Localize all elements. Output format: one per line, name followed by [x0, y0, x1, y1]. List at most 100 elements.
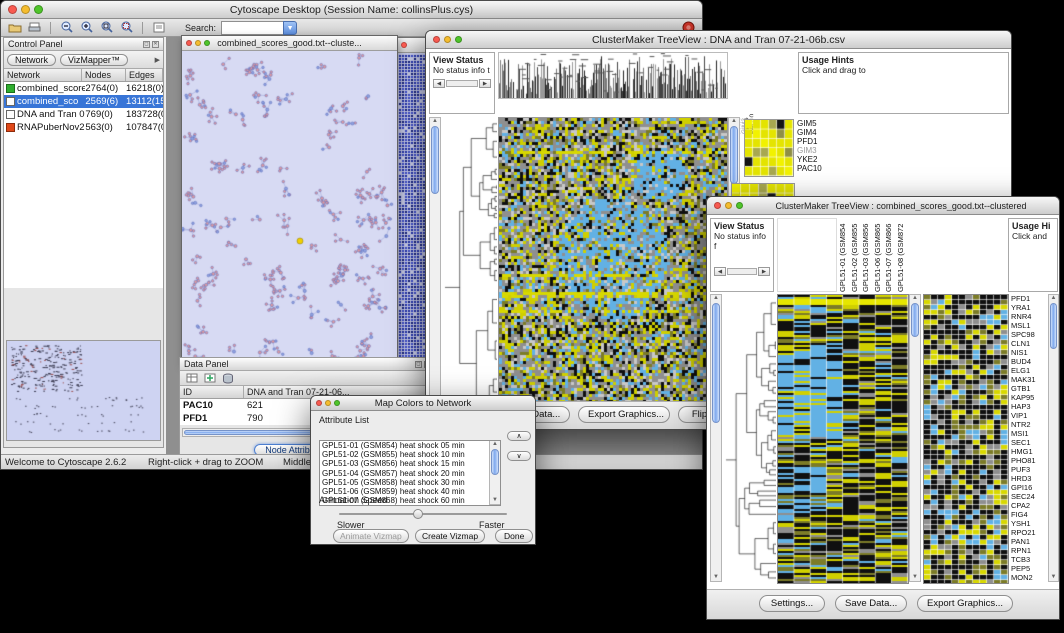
scroll-left-icon[interactable]: ◀ — [714, 267, 726, 276]
minimize-icon[interactable] — [725, 202, 732, 209]
combo-arrow-icon[interactable]: ▼ — [283, 21, 297, 35]
zoom-in-icon[interactable] — [79, 21, 94, 34]
scroll-up-icon[interactable]: ▲ — [729, 118, 739, 125]
tv2-global-heatmap[interactable] — [777, 294, 909, 584]
search-field[interactable] — [221, 21, 283, 35]
network-view-window[interactable]: combined_scores_good.txt--cluste... — [181, 35, 398, 365]
gene-label[interactable]: HMG1 — [1011, 447, 1047, 456]
scroll-down-icon[interactable]: ▼ — [490, 497, 500, 504]
animate-vizmap-button[interactable]: Animate Vizmap — [333, 529, 409, 543]
zoom-out-icon[interactable] — [59, 21, 74, 34]
tab-network[interactable]: VizMapper™ — [60, 54, 128, 66]
minimize-icon[interactable] — [195, 40, 201, 46]
gene-label[interactable]: PEP5 — [1011, 564, 1047, 573]
settings-button[interactable]: Settings... — [759, 595, 825, 612]
gene-label[interactable]: RPN1 — [1011, 546, 1047, 555]
attribute-store-icon[interactable] — [220, 372, 235, 385]
network-list-row[interactable]: combined_sco 2569(6) 13112(15) — [4, 95, 163, 108]
tv2-right-scrollbar[interactable]: ▲ ▼ — [1048, 294, 1059, 582]
vscroll-thumb[interactable] — [1050, 303, 1057, 349]
treeview2-titlebar[interactable]: ClusterMaker TreeView : combined_scores_… — [707, 197, 1059, 215]
vscroll-thumb[interactable] — [712, 303, 720, 423]
network-overview-canvas[interactable] — [7, 341, 160, 440]
annotation-icon[interactable] — [151, 21, 166, 34]
save-data-button[interactable]: Save Data... — [835, 595, 907, 612]
array-label[interactable]: GPL51-01 (GSM854 — [838, 218, 850, 292]
search-input[interactable]: ▼ — [221, 21, 297, 35]
scroll-up-icon[interactable]: ▲ — [1049, 295, 1058, 302]
gene-label[interactable]: VIP1 — [1011, 411, 1047, 420]
gene-label[interactable]: PFD1 — [797, 137, 837, 146]
gene-label[interactable]: NIS1 — [1011, 348, 1047, 357]
gene-label[interactable]: GIM3 — [797, 146, 837, 155]
tv2-mid-scrollbar[interactable]: ▲ ▼ — [909, 294, 921, 582]
tv2-array-dendrogram[interactable] — [777, 218, 837, 292]
gene-label[interactable]: FIG4 — [1011, 510, 1047, 519]
zoom-window-icon[interactable] — [455, 36, 462, 43]
scroll-left-icon[interactable]: ◀ — [433, 79, 445, 88]
gene-label[interactable]: PAC10 — [797, 164, 837, 173]
create-attribute-icon[interactable] — [202, 372, 217, 385]
array-label[interactable]: GPL51-07 (GSM866 — [884, 218, 896, 292]
gene-label[interactable]: YSH1 — [1011, 519, 1047, 528]
gene-label[interactable]: RNR4 — [1011, 312, 1047, 321]
gene-label[interactable]: PUF3 — [1011, 465, 1047, 474]
minimize-icon[interactable] — [325, 400, 331, 406]
zoom-window-icon[interactable] — [736, 202, 743, 209]
close-panel-icon[interactable]: ✕ — [152, 41, 159, 48]
col-edges[interactable]: Edges — [126, 69, 163, 81]
scroll-up-icon[interactable]: ▲ — [910, 295, 920, 302]
gene-label[interactable]: PAN1 — [1011, 537, 1047, 546]
scroll-right-icon[interactable]: ▶ — [479, 79, 491, 88]
open-folder-icon[interactable] — [7, 21, 22, 34]
slider-thumb[interactable] — [413, 509, 423, 519]
attribute-item[interactable]: GPL51-05 (GSM858) heat shock 30 min — [320, 478, 500, 487]
gene-label[interactable]: PFD1 — [1011, 294, 1047, 303]
close-icon[interactable] — [316, 400, 322, 406]
select-attributes-icon[interactable] — [184, 372, 199, 385]
gene-label[interactable]: TCB3 — [1011, 555, 1047, 564]
vscroll-thumb[interactable] — [491, 449, 499, 475]
tv1-gene-dendrogram[interactable] — [443, 117, 497, 417]
tv1-left-scrollbar[interactable]: ▲ ▼ — [429, 117, 441, 417]
gene-label[interactable]: SEC1 — [1011, 438, 1047, 447]
gene-label[interactable]: BUD4 — [1011, 357, 1047, 366]
scroll-up-icon[interactable]: ▲ — [711, 295, 721, 302]
network-canvas[interactable] — [182, 51, 397, 364]
dialog-titlebar[interactable]: Map Colors to Network — [311, 396, 535, 411]
scroll-right-icon[interactable]: ▶ — [758, 267, 770, 276]
mini-track[interactable] — [446, 80, 478, 87]
network-window-titlebar[interactable]: combined_scores_good.txt--cluste... — [182, 36, 397, 51]
gene-label[interactable]: YRA1 — [1011, 303, 1047, 312]
gene-label[interactable]: CPA2 — [1011, 501, 1047, 510]
move-down-button[interactable]: ∨ — [507, 451, 531, 461]
gene-label[interactable]: HAP3 — [1011, 402, 1047, 411]
treeview1-titlebar[interactable]: ClusterMaker TreeView : DNA and Tran 07-… — [426, 31, 1011, 49]
zoom-window-icon[interactable] — [34, 5, 43, 14]
move-up-button[interactable]: ∧ — [507, 431, 531, 441]
zoom-window-icon[interactable] — [204, 40, 210, 46]
scroll-down-icon[interactable]: ▼ — [711, 574, 721, 581]
minimize-icon[interactable] — [21, 5, 30, 14]
gene-label[interactable]: RPO21 — [1011, 528, 1047, 537]
tv1-array-dendrogram[interactable] — [498, 52, 728, 99]
array-label[interactable]: GPL51-06 (GSM865 — [873, 218, 885, 292]
network-list-row[interactable]: DNA and Tran 07 769(0) 183728(0) — [4, 108, 163, 121]
gene-label[interactable]: PHO81 — [1011, 456, 1047, 465]
close-icon[interactable] — [714, 202, 721, 209]
close-icon[interactable] — [8, 5, 17, 14]
col-network[interactable]: Network — [4, 69, 82, 81]
gene-label[interactable]: HRD3 — [1011, 474, 1047, 483]
gene-label[interactable]: SEC24 — [1011, 492, 1047, 501]
float-panel-icon[interactable]: ◻ — [143, 41, 150, 48]
array-label[interactable]: GPL51-08 (GSM872 — [896, 218, 908, 292]
zoom-selected-icon[interactable] — [99, 21, 114, 34]
tv1-zoom-matrix-1[interactable] — [744, 119, 794, 177]
gene-label[interactable]: GIM5 — [797, 119, 837, 128]
gene-label[interactable]: GPI16 — [1011, 483, 1047, 492]
gene-label[interactable]: MAK31 — [1011, 375, 1047, 384]
network-overview-panel[interactable] — [6, 340, 161, 441]
slider-track[interactable] — [339, 513, 507, 515]
main-titlebar[interactable]: Cytoscape Desktop (Session Name: collins… — [1, 1, 702, 19]
zoom-fit-icon[interactable] — [119, 21, 134, 34]
